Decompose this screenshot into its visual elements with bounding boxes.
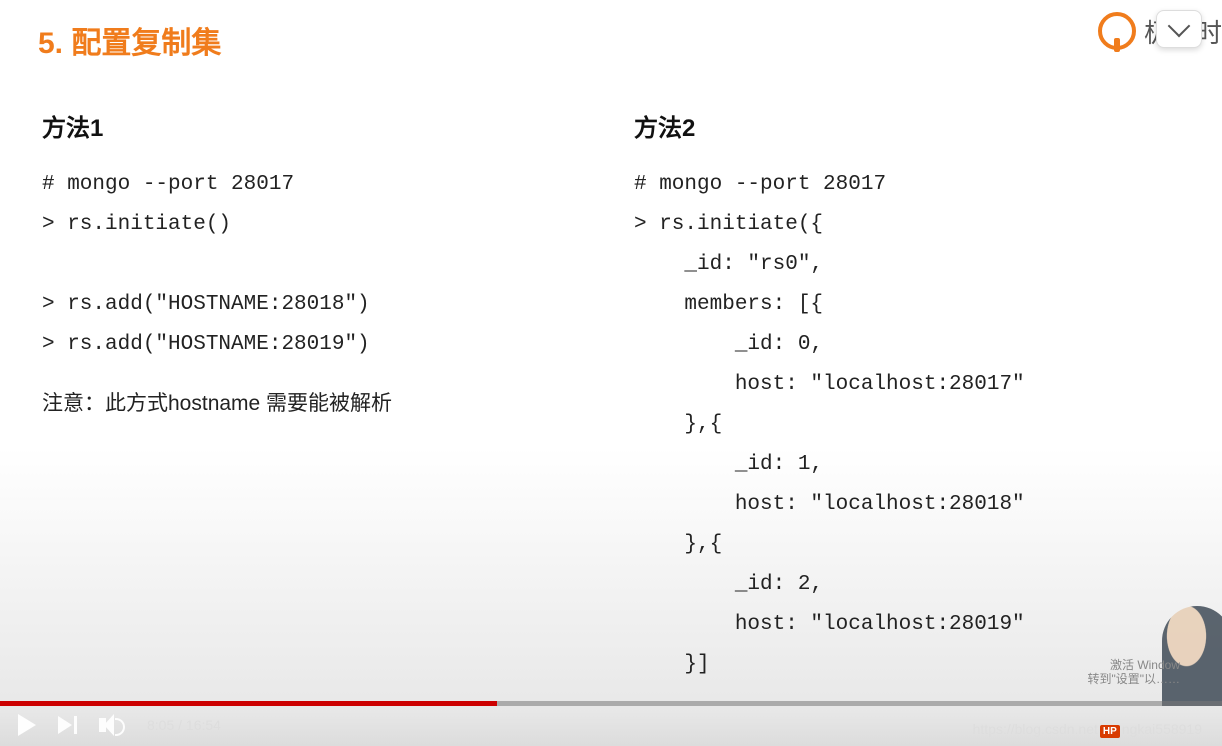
video-player-controls: 8:05 / 16:54 https://blog.csdn.netHPngka… (0, 706, 1222, 746)
method1-code: # mongo --port 28017 > rs.initiate() > r… (42, 165, 562, 365)
play-icon[interactable] (18, 714, 36, 736)
method1-column: 方法1 # mongo --port 28017 > rs.initiate()… (42, 108, 562, 417)
source-url-watermark: https://blog.csdn.netHPngkai558919 (973, 721, 1202, 738)
next-icon[interactable] (58, 716, 77, 734)
volume-icon[interactable] (99, 714, 121, 736)
watermark-line2: 转到"设置"以…… (1087, 672, 1180, 686)
presenter-avatar (1162, 606, 1222, 706)
page-title: 5. 配置复制集 (38, 18, 221, 62)
method2-heading: 方法2 (634, 108, 1194, 143)
method2-code: # mongo --port 28017 > rs.initiate({ _id… (634, 165, 1194, 685)
windows-activation-watermark: 激活 Window 转到"设置"以…… (1087, 658, 1180, 686)
total-duration: 16:54 (186, 717, 221, 733)
expand-toggle-button[interactable] (1156, 10, 1202, 48)
method1-heading: 方法1 (42, 108, 562, 143)
watermark-line1: 激活 Window (1087, 658, 1180, 672)
current-time: 8:05 (147, 717, 174, 733)
hp-badge-icon: HP (1100, 725, 1120, 738)
video-time: 8:05 / 16:54 (147, 717, 221, 733)
method1-note: 注意：此方式hostname 需要能被解析 (42, 387, 562, 417)
slide-area: 5. 配置复制集 极客时 方法1 # mongo --port 28017 > … (0, 0, 1222, 746)
method2-column: 方法2 # mongo --port 28017 > rs.initiate({… (634, 108, 1194, 685)
brand-logo-icon (1098, 12, 1136, 50)
chevron-down-icon (1168, 15, 1191, 38)
